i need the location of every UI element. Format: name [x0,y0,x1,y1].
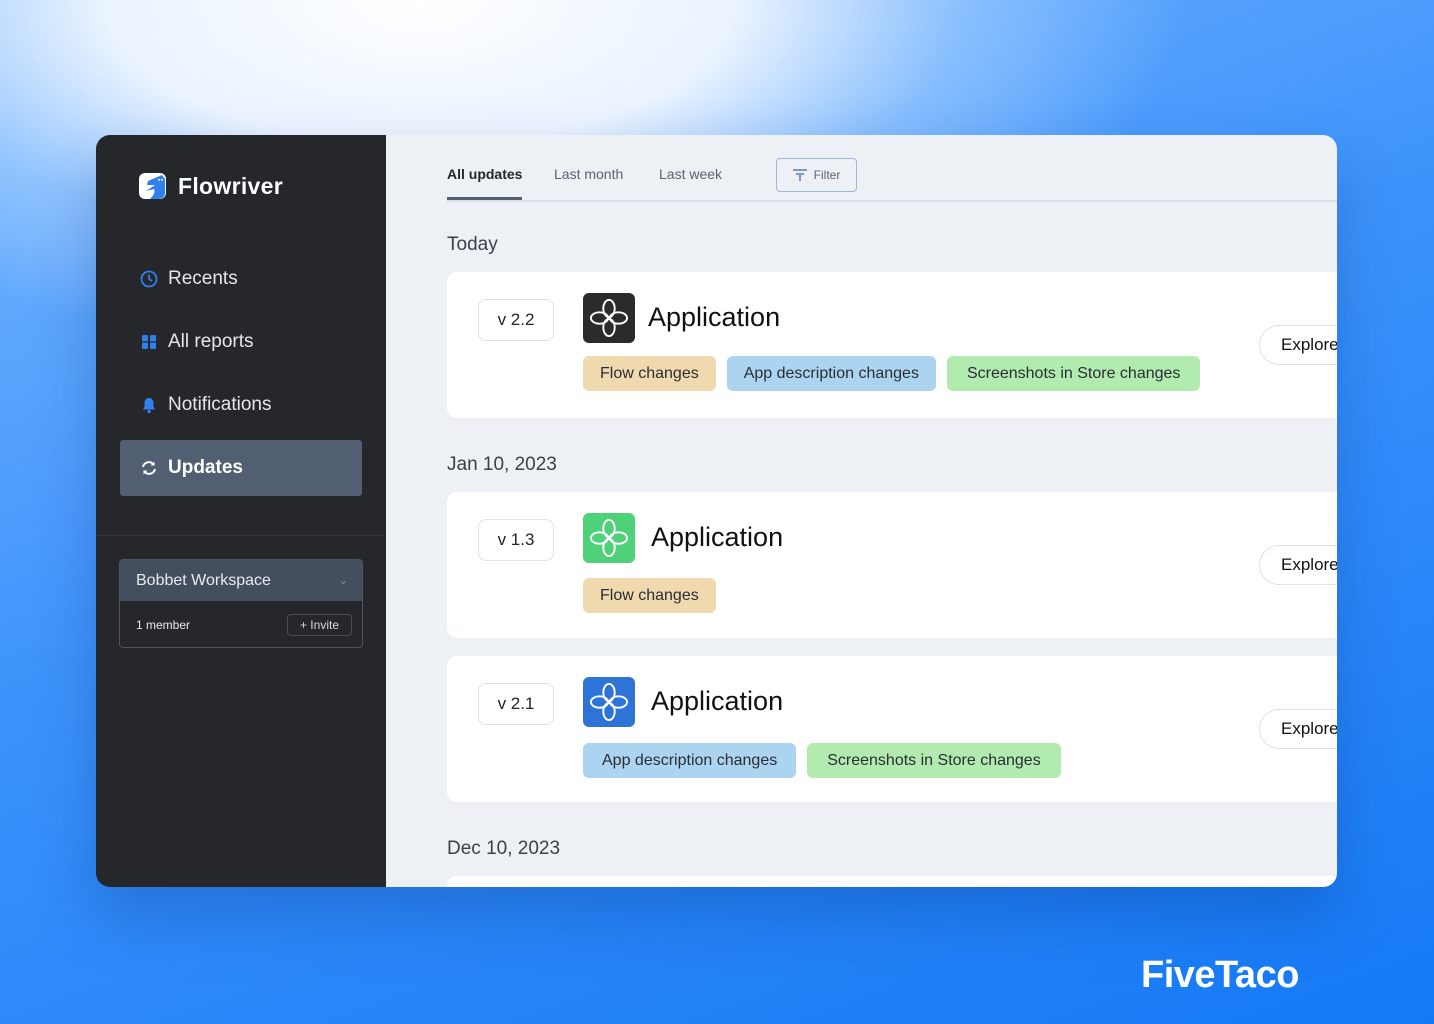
date-label: Jan 10, 2023 [447,454,557,475]
tag-list: App description changes Screenshots in S… [583,743,1061,778]
reports-icon [142,335,156,349]
workspace-name: Bobbet Workspace [136,571,271,589]
explore-button[interactable]: Explore [1259,709,1337,749]
app-title: Application [648,302,781,332]
workspace-selector[interactable]: Bobbet Workspace ⌄ [120,560,362,601]
sidebar-divider [96,535,386,536]
workspace-panel: Bobbet Workspace ⌄ 1 member + Invite [119,559,363,648]
tag-flow-changes: Flow changes [583,578,716,613]
update-card[interactable]: v 1.3 Application Flow changes Explore [447,492,1337,638]
filter-button[interactable]: Filter [776,158,857,192]
sidebar-item-all-reports[interactable]: All reports [120,314,362,370]
tag-screenshots-changes: Screenshots in Store changes [946,356,1201,391]
app-window: Flowriver Recents All reports Notificati… [96,135,1337,887]
app-title: Application [651,686,784,716]
filter-label: Filter [813,168,841,182]
tab-last-week[interactable]: Last week [659,166,722,182]
sidebar-item-label: All reports [168,331,254,352]
member-count: 1 member [136,618,191,632]
app-flower-icon [583,513,635,563]
fivetaco-brand: FiveTaco [1141,954,1299,996]
sidebar-item-notifications[interactable]: Notifications [120,377,362,433]
chevron-down-icon: ⌄ [338,575,348,587]
version-badge: v 2.2 [478,299,554,341]
bell-icon [143,398,155,414]
sidebar-item-label: Notifications [168,394,272,415]
invite-button[interactable]: + Invite [286,614,352,636]
explore-button[interactable]: Explore [1259,545,1337,585]
tag-screenshots-changes: Screenshots in Store changes [807,743,1061,778]
flowriver-logo-icon [139,173,166,199]
logo[interactable]: Flowriver [138,171,283,201]
sidebar-item-recents[interactable]: Recents [120,251,362,307]
explore-button[interactable]: Explore [1259,325,1337,365]
version-badge: v 2.1 [478,683,554,725]
tag-flow-changes: Flow changes [583,356,716,391]
sidebar-item-label: Updates [168,457,243,478]
sidebar-item-updates[interactable]: Updates [120,440,362,496]
refresh-icon [142,461,156,475]
date-label: Dec 10, 2023 [447,838,561,859]
update-card[interactable]: v 2.1 Application App description change… [447,656,1337,802]
tab-bar: All updates Last month Last week Filter [447,157,1337,202]
tab-all-updates[interactable]: All updates [447,166,523,200]
clock-icon [140,270,158,288]
tag-app-description-changes: App description changes [726,356,936,391]
app-name: Flowriver [178,172,283,199]
tag-list: Flow changes App description changes Scr… [583,356,1201,391]
update-card[interactable] [447,876,1337,887]
app-title: Application [651,522,784,552]
tag-list: Flow changes [583,578,716,613]
main-content: All updates Last month Last week Filter … [386,135,1337,887]
version-badge: v 1.3 [478,519,554,561]
sidebar: Flowriver Recents All reports Notificati… [96,135,386,887]
update-card[interactable]: v 2.2 Application Flow changes App descr… [447,272,1337,418]
date-label: Today [447,234,498,255]
tab-last-month[interactable]: Last month [554,166,623,182]
app-flower-icon [583,677,635,727]
sidebar-item-label: Recents [168,268,238,289]
tag-app-description-changes: App description changes [583,743,797,778]
app-flower-icon [583,293,635,343]
filter-icon [792,169,807,181]
